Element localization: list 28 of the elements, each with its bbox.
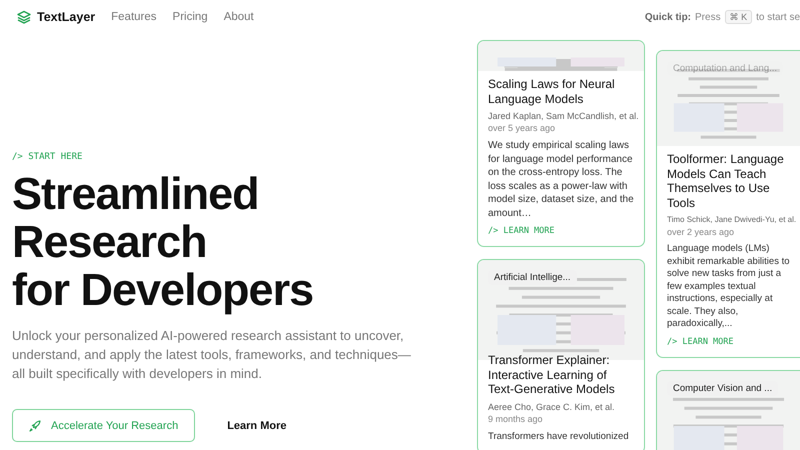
tip-label: Quick tip: (644, 12, 692, 22)
learn-more-button[interactable]: Learn More (221, 418, 292, 432)
paper-age: over 5 years ago (488, 122, 556, 134)
hero-heading: Streamlined Research for Developers (12, 170, 314, 314)
hero-description: Unlock your personalized AI-powered research assistant to uncover, understand, and apply the latest tools, frameworks, and techniques—all built specifically with developers in mind. (12, 327, 412, 383)
paper-authors: Timo Schick, Jane Dwivedi-Yu, et al. (667, 214, 794, 226)
paper-authors: Aeree Cho, Grace C. Kim, et al. (488, 400, 616, 412)
paper-title: Transformer Explainer: Interactive Learning of Text-Generative Models (488, 353, 616, 396)
paper-age: 9 months ago (488, 412, 544, 424)
paper-title: Toolformer: Language Models Can Teach Themselves to Use Tools (667, 152, 785, 210)
eyebrow-label: /> START HERE (12, 152, 84, 162)
shortcut-key: ⌘ K (724, 10, 752, 24)
paper-title: Scaling Laws for Neural Language Models (488, 77, 616, 106)
brand-name[interactable]: TextLayer (37, 10, 96, 24)
paper-card[interactable]: Computer Vision and ... (656, 370, 800, 450)
paper-abstract: We study empirical scaling laws for language model performance on the cross-entropy loss. The loss scales as a power-law with model size, dataset size, and the amount… (488, 139, 634, 220)
paper-card[interactable]: Artificial Intellige... Transformer Explainer: Interactive Learning of Text-Generative Models Aeree Cho, Grace C. Kim, et al. 9 months ago Transformers have revolutionized (477, 259, 645, 450)
tip-text: Press (695, 12, 721, 22)
paper-abstract: Transformers have revolutionized (488, 430, 630, 443)
paper-abstract: Language models (LMs) exhibit remarkable abilities to solve new tasks from just a few examples textual instructions, especially at scale. They also, paradoxically,... (667, 243, 791, 330)
learn-more-link[interactable]: /> LEARN MORE (488, 226, 634, 236)
paper-age: over 2 years ago (667, 226, 736, 238)
nav-link[interactable]: Pricing (172, 11, 208, 23)
tip-text: to start se (756, 12, 800, 22)
accelerate-button[interactable]: Accelerate Your Research (12, 409, 196, 442)
learn-more-link[interactable]: /> LEARN MORE (667, 336, 794, 346)
nav-link[interactable]: Features (111, 11, 157, 23)
nav-link[interactable]: About (224, 11, 254, 23)
